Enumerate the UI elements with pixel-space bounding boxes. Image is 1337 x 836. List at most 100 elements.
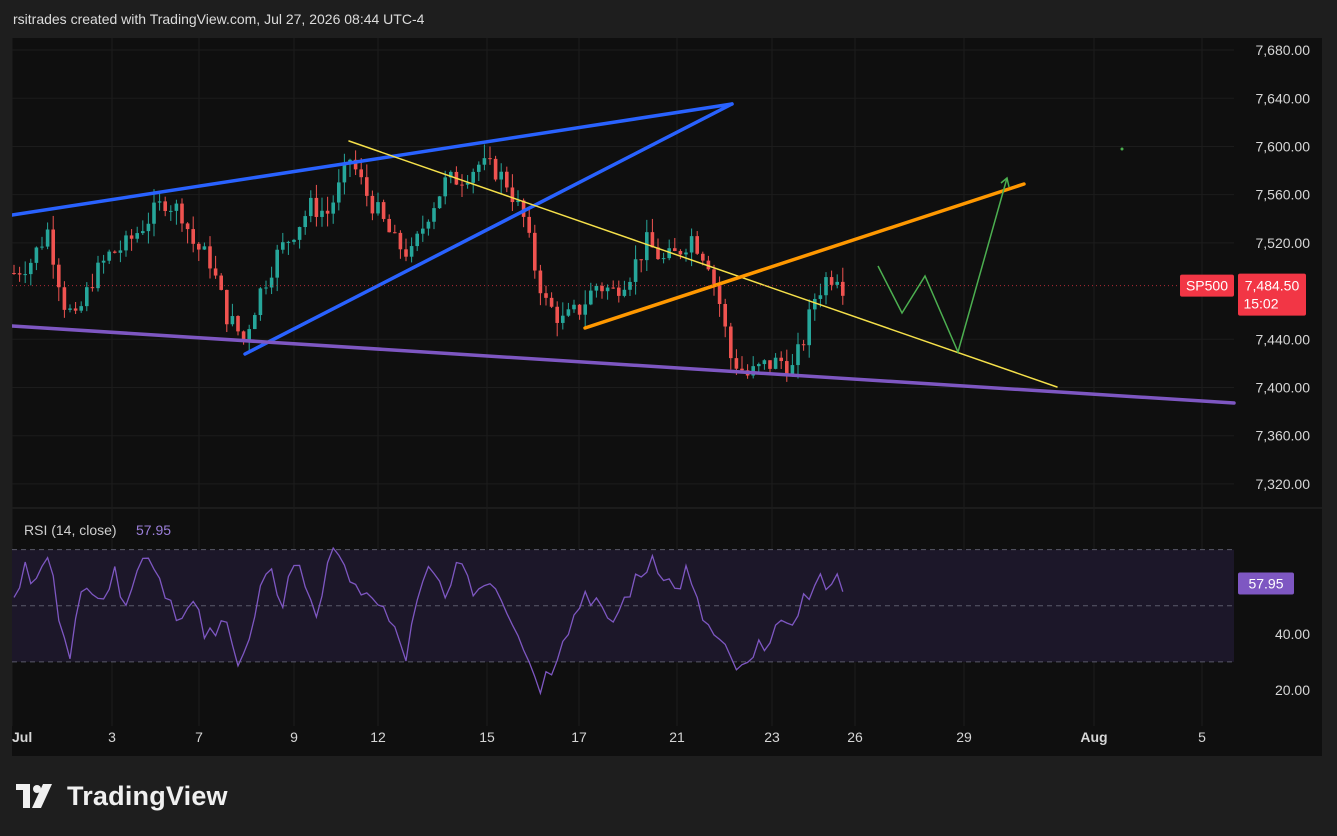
candle-body — [678, 250, 683, 255]
candle — [135, 226, 139, 243]
yellow-downtrend-line — [348, 140, 1058, 388]
candle — [499, 163, 503, 194]
rsi-value-tag-text: 57.95 — [1248, 575, 1283, 591]
candle-body — [723, 303, 727, 327]
candle — [197, 242, 201, 262]
candle — [68, 304, 72, 313]
candle — [124, 230, 128, 257]
candle — [482, 144, 487, 171]
candle — [303, 210, 307, 235]
chart-canvas[interactable]: 7,680.00 7,640.00 7,600.00 7,560.00 7,520.00… — [12, 38, 1322, 756]
candle-body — [325, 210, 330, 214]
candle-body — [796, 344, 800, 366]
candle-body — [404, 249, 408, 257]
candle-body — [533, 232, 537, 271]
candle-body — [124, 235, 128, 251]
candle-body — [577, 304, 582, 315]
candle — [538, 264, 543, 306]
candle-body — [510, 187, 515, 203]
candle — [213, 255, 218, 279]
chart-panel[interactable]: 7,680.00 7,640.00 7,600.00 7,560.00 7,520.00… — [12, 38, 1322, 756]
candle — [751, 356, 755, 379]
candle-body — [219, 275, 223, 290]
candle-body — [740, 368, 744, 371]
candle-body — [17, 273, 22, 275]
candle — [281, 232, 285, 254]
rsi-indicator-value: 57.95 — [136, 522, 171, 538]
candle — [236, 315, 240, 336]
candle-body — [96, 262, 100, 289]
candle-body — [807, 309, 811, 346]
candle — [180, 198, 184, 232]
candle-body — [253, 315, 257, 330]
candle — [113, 250, 117, 254]
candle-body — [225, 289, 229, 325]
candle — [29, 258, 33, 286]
candle-body — [107, 251, 111, 261]
brand-logo[interactable]: TradingView — [15, 780, 228, 812]
candle-body — [258, 288, 263, 316]
candle — [477, 161, 481, 181]
rsi-tick-label: 40.00 — [1275, 626, 1310, 642]
candle — [762, 359, 767, 370]
drawing-lines — [12, 102, 1236, 405]
price-tick-label: 7,560.00 — [1256, 187, 1311, 203]
candle — [555, 301, 559, 337]
candle-body — [544, 293, 548, 298]
candle-body — [768, 360, 772, 369]
candle — [773, 353, 778, 370]
candle — [566, 302, 571, 317]
rsi-band — [12, 549, 1234, 663]
candle — [342, 153, 347, 195]
candle — [712, 264, 716, 296]
candle-body — [281, 242, 285, 250]
candle — [801, 339, 806, 351]
time-tick-label: 12 — [370, 729, 386, 745]
candle — [152, 189, 156, 237]
candle-body — [695, 236, 699, 254]
candle — [829, 270, 834, 291]
candle-body — [241, 331, 246, 340]
candle-body — [208, 246, 212, 269]
candle-body — [141, 231, 145, 234]
projection-dot — [1120, 147, 1124, 151]
candle — [387, 214, 391, 233]
candle-body — [398, 232, 403, 250]
candle — [264, 280, 268, 295]
candle — [824, 272, 828, 305]
candle — [841, 267, 845, 305]
time-tick-label: 3 — [108, 729, 116, 745]
time-tick-label: 21 — [669, 729, 685, 745]
candle-body — [286, 241, 291, 243]
candle — [376, 192, 380, 216]
candle — [129, 229, 134, 251]
time-tick-label: Jul — [12, 729, 32, 745]
candle-body — [426, 221, 431, 229]
candle-body — [135, 233, 139, 239]
candle-body — [482, 158, 487, 165]
candle-body — [113, 251, 117, 253]
purple-support-line — [12, 324, 1236, 405]
candle-body — [359, 169, 363, 178]
candle-body — [549, 297, 554, 307]
candle-body — [236, 316, 240, 332]
candle — [622, 280, 627, 298]
candle — [163, 196, 167, 217]
price-labels: RSI (14, close) 57.95 57.95 SP500 7,484.50 15… — [24, 273, 1306, 595]
rsi-tick-label: 20.00 — [1275, 682, 1310, 698]
candle-body — [443, 177, 447, 197]
candle — [73, 301, 78, 315]
candle-body — [566, 309, 571, 316]
candle — [409, 237, 414, 263]
candle-body — [320, 210, 324, 217]
candle — [101, 254, 106, 274]
candle — [185, 222, 190, 244]
candle-body — [101, 260, 106, 263]
candle-body — [757, 364, 761, 367]
candle-body — [376, 202, 380, 214]
candle — [695, 231, 699, 255]
candle — [146, 212, 151, 244]
candle — [191, 216, 195, 253]
candle-body — [617, 287, 621, 296]
candle — [723, 298, 727, 338]
